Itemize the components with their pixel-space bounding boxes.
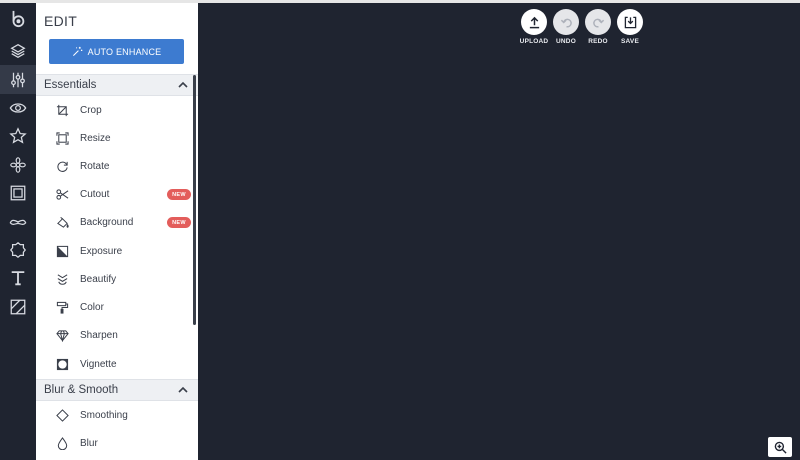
texture-icon [10,299,26,315]
zoom-in-icon [774,441,787,454]
tool-label: Cutout [80,188,110,200]
text-icon [11,271,25,286]
layers-icon [10,44,26,59]
flower-icon [10,156,26,173]
tool-smoothing[interactable]: Smoothing [36,401,198,429]
exposure-icon [53,242,71,260]
save-label: SAVE [620,38,640,45]
rail-adjustments[interactable] [0,65,36,94]
tool-label: Background [80,216,134,228]
rail-text[interactable] [0,264,36,292]
tool-exposure[interactable]: Exposure [36,237,198,265]
section-essentials-header[interactable]: Essentials [36,74,198,96]
tool-rotate[interactable]: Rotate [36,152,198,180]
eye-icon [9,103,27,113]
tool-vignette[interactable]: Vignette [36,350,198,378]
scissors-icon [53,185,71,203]
app-logo[interactable] [0,3,36,35]
section-blur-smooth-title: Blur & Smooth [44,384,119,396]
tool-label: Vignette [80,358,117,370]
vignette-icon [53,355,71,373]
rotate-icon [53,157,71,175]
tool-label: Beautify [80,273,117,285]
new-badge: NEW [167,217,191,228]
tool-background[interactable]: Background NEW [36,208,198,236]
new-badge: NEW [167,189,191,200]
upload-button[interactable] [521,9,547,35]
section-blur-smooth-header[interactable]: Blur & Smooth [36,379,198,401]
tool-label: Rotate [80,160,110,172]
mustache-icon [9,219,27,225]
star-icon [9,127,27,144]
rail-favorites[interactable] [0,122,36,150]
smoothing-icon [53,406,71,424]
tool-label: Crop [80,104,102,116]
paint-bucket-icon [53,213,71,231]
zoom-button[interactable] [768,437,792,457]
rail-touch-up[interactable] [0,207,36,235]
beautify-icon [53,270,71,288]
tool-cutout[interactable]: Cutout NEW [36,180,198,208]
crop-icon [53,101,71,119]
chevron-up-icon [178,81,188,88]
chevron-up-icon [178,386,188,393]
rail-textures[interactable] [0,293,36,321]
resize-icon [53,129,71,147]
tool-sharpen[interactable]: Sharpen [36,321,198,349]
tool-label: Exposure [80,245,123,257]
undo-button[interactable] [553,9,579,35]
rail-overlays[interactable] [0,151,36,179]
edit-panel: EDIT AUTO ENHANCE Essentials Crop Resize… [36,3,198,460]
tool-color[interactable]: Color [36,293,198,321]
badge-shape-icon [9,241,27,258]
tool-label: Blur [80,437,98,449]
diamond-icon [53,326,71,344]
tool-beautify[interactable]: Beautify [36,265,198,293]
rail-frames[interactable] [0,179,36,207]
rail-effects[interactable] [0,94,36,122]
top-border [0,0,800,3]
redo-icon [592,18,604,27]
magic-wand-icon [72,46,82,56]
droplet-icon [53,434,71,452]
save-icon [624,16,636,28]
tool-blur[interactable]: Blur [36,429,198,457]
tool-resize[interactable]: Resize [36,124,198,152]
auto-enhance-button[interactable]: AUTO ENHANCE [49,39,184,64]
tool-crop[interactable]: Crop [36,96,198,124]
tool-label: Sharpen [80,329,118,341]
tool-label: Smoothing [80,409,128,421]
panel-scrollbar[interactable] [193,75,196,325]
section-essentials-title: Essentials [44,79,97,91]
undo-icon [560,18,572,27]
tool-rail [0,3,36,460]
sliders-icon [11,72,25,87]
rail-layers[interactable] [0,37,36,65]
tool-label: Color [80,301,104,313]
logo-icon [12,10,25,28]
panel-title: EDIT [44,13,78,29]
tool-label: Resize [80,132,111,144]
auto-enhance-label: AUTO ENHANCE [87,46,162,57]
upload-icon [529,16,539,28]
redo-button[interactable] [585,9,611,35]
frame-icon [10,185,26,201]
save-button[interactable] [617,9,643,35]
paint-roller-icon [53,298,71,316]
rail-shapes[interactable] [0,236,36,264]
